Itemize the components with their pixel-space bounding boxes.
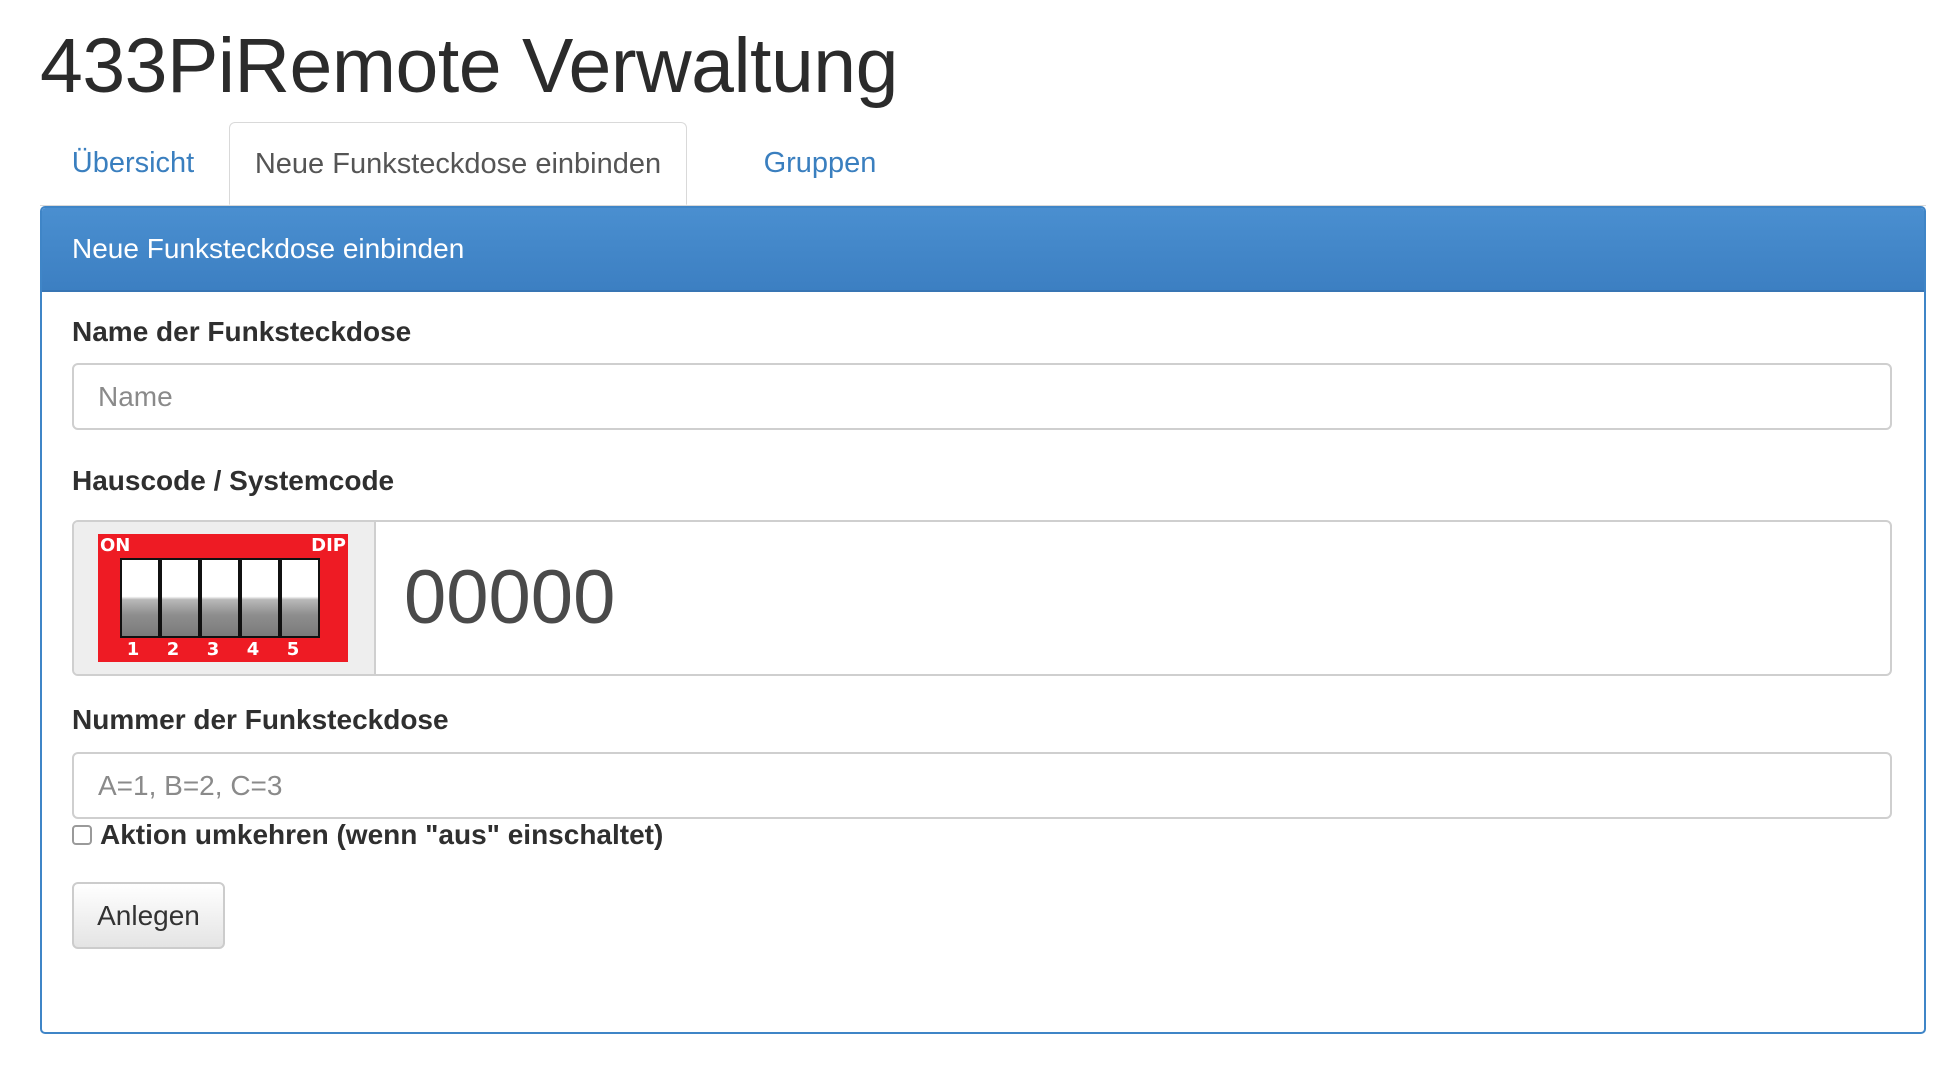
dip-switch-icon: ON DIP 1 2 3 4 5 [98,534,348,662]
page: 433PiRemote Verwaltung Übersicht Neue Fu… [0,0,1954,1068]
dip-switches [120,558,320,638]
code-input-group: ON DIP 1 2 3 4 5 00000 [72,520,1892,676]
dip-label: DIP [311,535,346,556]
create-button[interactable]: Anlegen [72,882,225,949]
dip-switch-number: 1 [126,639,140,660]
dip-switch-number: 4 [246,639,260,660]
dip-switch-addon: ON DIP 1 2 3 4 5 [74,522,376,674]
number-field-label: Nummer der Funksteckdose [72,704,449,735]
name-input[interactable] [72,363,1892,430]
dip-switch-3[interactable] [202,560,238,636]
house-code-value: 00000 [404,555,616,640]
tab-overview[interactable]: Übersicht [40,122,226,204]
code-field-label: Hauscode / Systemcode [72,465,395,496]
invert-action-checkbox[interactable] [72,825,92,845]
dip-switch-2[interactable] [162,560,198,636]
dip-switch-number: 5 [286,639,300,660]
tab-bar: Übersicht Neue Funksteckdose einbinden G… [40,122,1926,206]
new-socket-panel: Neue Funksteckdose einbinden Name der Fu… [40,206,1926,1034]
panel-title: Neue Funksteckdose einbinden [72,233,465,264]
dip-switch-number: 3 [206,639,220,660]
dip-switch-1[interactable] [122,560,158,636]
panel-heading: Neue Funksteckdose einbinden [42,208,1924,292]
invert-action-label[interactable]: Aktion umkehren (wenn "aus" einschaltet) [100,815,663,855]
page-title: 433PiRemote Verwaltung [40,23,898,109]
dip-switch-number: 2 [166,639,180,660]
dip-switch-5[interactable] [282,560,318,636]
tab-new-socket[interactable]: Neue Funksteckdose einbinden [229,122,687,205]
name-field-label: Name der Funksteckdose [72,316,412,347]
dip-on-label: ON [100,535,131,556]
tab-groups[interactable]: Gruppen [720,122,920,204]
dip-switch-4[interactable] [242,560,278,636]
socket-number-input[interactable] [72,752,1892,819]
